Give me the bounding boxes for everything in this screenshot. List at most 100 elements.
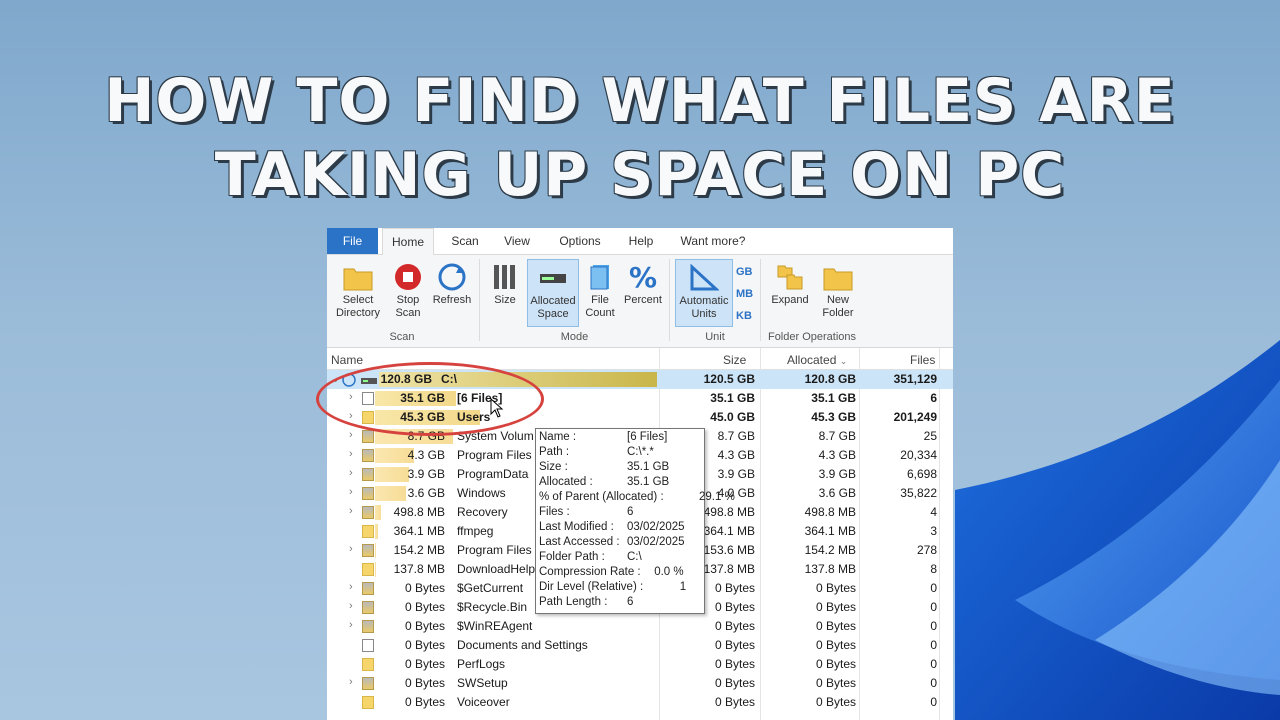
group-label-mode: Mode xyxy=(560,331,589,343)
tree-row[interactable]: › 0 Bytes SWSetup 0 Bytes 0 Bytes 0 xyxy=(327,674,953,693)
row-files-col: 201,249 xyxy=(893,410,937,424)
tab-want-more[interactable]: Want more? xyxy=(677,228,749,254)
headline-line-1: HOW TO FIND WHAT FILES ARE xyxy=(104,66,1176,136)
row-files-col: 6,698 xyxy=(906,467,937,481)
tooltip-key: Name : xyxy=(539,431,577,443)
expand-chevron-icon[interactable]: › xyxy=(349,676,353,688)
column-size[interactable]: Size xyxy=(723,353,746,367)
row-allocated-col: 0 Bytes xyxy=(815,619,856,633)
row-allocated-col: 120.8 GB xyxy=(804,372,856,386)
row-size: 0 Bytes xyxy=(404,619,445,633)
row-allocated-col: 45.3 GB xyxy=(811,410,856,424)
automatic-units-button[interactable]: Automatic Units xyxy=(675,259,733,327)
row-name: $Recycle.Bin xyxy=(457,600,528,614)
file-count-button[interactable]: File Count xyxy=(579,263,621,320)
expand-chevron-icon[interactable]: › xyxy=(349,448,353,460)
svg-text:%: % xyxy=(629,263,657,291)
row-size: 3.9 GB xyxy=(407,467,445,481)
folder-icon xyxy=(362,563,374,576)
hourglass-folder-icon xyxy=(362,544,374,557)
group-label-unit: Unit xyxy=(705,331,725,343)
hourglass-folder-icon xyxy=(362,487,374,500)
column-allocated-label: Allocated xyxy=(787,353,837,367)
details-tooltip: Name : [6 Files] Path : C:\*.* Size : 35.1 GB… xyxy=(535,428,735,614)
percent-button[interactable]: % Percent xyxy=(621,263,665,307)
new-folder-button[interactable]: New Folder xyxy=(815,263,861,320)
size-label: Size xyxy=(494,294,516,306)
unit-gb-button[interactable]: GB xyxy=(736,266,753,278)
group-label-scan: Scan xyxy=(389,331,415,343)
refresh-label: Refresh xyxy=(432,294,472,306)
row-files-col: 278 xyxy=(916,543,937,557)
row-size-col: 0 Bytes xyxy=(714,638,755,652)
hourglass-folder-icon xyxy=(362,582,374,595)
stop-scan-button[interactable]: Stop Scan xyxy=(387,263,429,320)
new-folder-icon xyxy=(823,268,853,291)
row-name: ProgramData xyxy=(457,467,529,481)
expand-chevron-icon[interactable]: › xyxy=(349,486,353,498)
row-size-col: 0 Bytes xyxy=(714,657,755,671)
row-allocated-col: 0 Bytes xyxy=(815,600,856,614)
tab-view[interactable]: View xyxy=(499,228,535,254)
row-size-col: 35.1 GB xyxy=(710,391,755,405)
folder-icon xyxy=(362,525,374,538)
row-files-col: 25 xyxy=(923,429,937,443)
expand-chevron-icon[interactable]: › xyxy=(349,619,353,631)
percent-icon: % xyxy=(629,263,657,291)
unit-kb-button[interactable]: KB xyxy=(736,310,752,322)
tooltip-key: Last Modified : xyxy=(539,521,614,533)
row-name: Documents and Settings xyxy=(457,638,588,652)
row-name: DownloadHelp xyxy=(457,562,536,576)
tab-options[interactable]: Options xyxy=(553,228,607,254)
tree-row[interactable]: › 0 Bytes $WinREAgent 0 Bytes 0 Bytes 0 xyxy=(327,617,953,636)
row-allocated-col: 3.6 GB xyxy=(818,486,856,500)
group-separator xyxy=(760,259,761,341)
unit-mb-button[interactable]: MB xyxy=(736,288,753,300)
row-allocated-col: 0 Bytes xyxy=(815,657,856,671)
row-files-col: 6 xyxy=(930,391,937,405)
column-name[interactable]: Name xyxy=(331,353,363,367)
row-allocated-col: 0 Bytes xyxy=(815,638,856,652)
folder-icon xyxy=(362,696,374,709)
hourglass-folder-icon xyxy=(362,468,374,481)
expand-chevron-icon[interactable]: › xyxy=(349,429,353,441)
tab-home[interactable]: Home xyxy=(382,228,434,256)
row-files-col: 8 xyxy=(930,562,937,576)
shortcut-icon xyxy=(362,639,374,652)
file-stack-icon xyxy=(590,265,609,290)
row-files-col: 0 xyxy=(930,581,937,595)
tree-row[interactable]: 0 Bytes Documents and Settings 0 Bytes 0… xyxy=(327,636,953,655)
tooltip-value: 03/02/2025 xyxy=(627,536,685,548)
expand-chevron-icon[interactable]: › xyxy=(349,600,353,612)
ribbon: Select Directory Stop Scan Refresh Scan … xyxy=(327,255,953,348)
allocated-space-button[interactable]: Allocated Space xyxy=(527,259,579,327)
expand-chevron-icon[interactable]: › xyxy=(349,467,353,479)
expand-chevron-icon[interactable]: › xyxy=(349,543,353,555)
select-directory-button[interactable]: Select Directory xyxy=(329,263,387,320)
tree-row[interactable]: 0 Bytes Voiceover 0 Bytes 0 Bytes 0 xyxy=(327,693,953,712)
expand-chevron-icon[interactable]: › xyxy=(349,505,353,517)
row-name: PerfLogs xyxy=(457,657,506,671)
tree-row[interactable]: 0 Bytes PerfLogs 0 Bytes 0 Bytes 0 xyxy=(327,655,953,674)
expand-chevron-icon[interactable]: › xyxy=(349,581,353,593)
column-files[interactable]: Files xyxy=(910,353,935,367)
row-size: 0 Bytes xyxy=(404,638,445,652)
row-allocated-col: 3.9 GB xyxy=(818,467,856,481)
tab-scan[interactable]: Scan xyxy=(445,228,485,254)
select-directory-label: Select Directory xyxy=(335,294,380,319)
row-name: ffmpeg xyxy=(457,524,494,538)
tab-help[interactable]: Help xyxy=(623,228,659,254)
refresh-button[interactable]: Refresh xyxy=(429,263,475,307)
tab-file[interactable]: File xyxy=(327,228,378,254)
tooltip-value: 1 xyxy=(679,581,687,593)
column-allocated[interactable]: Allocated ⌄ xyxy=(787,353,847,367)
size-mode-button[interactable]: Size xyxy=(485,263,525,307)
row-size: 4.3 GB xyxy=(407,448,445,462)
tooltip-value: 35.1 GB xyxy=(627,476,670,488)
tooltip-key: Last Accessed : xyxy=(539,536,620,548)
expand-button[interactable]: Expand xyxy=(765,263,815,307)
expand-label: Expand xyxy=(771,294,809,306)
expand-folders-icon xyxy=(777,265,803,290)
row-name: Recovery xyxy=(457,505,508,519)
windows-bloom-wallpaper xyxy=(955,340,1280,720)
